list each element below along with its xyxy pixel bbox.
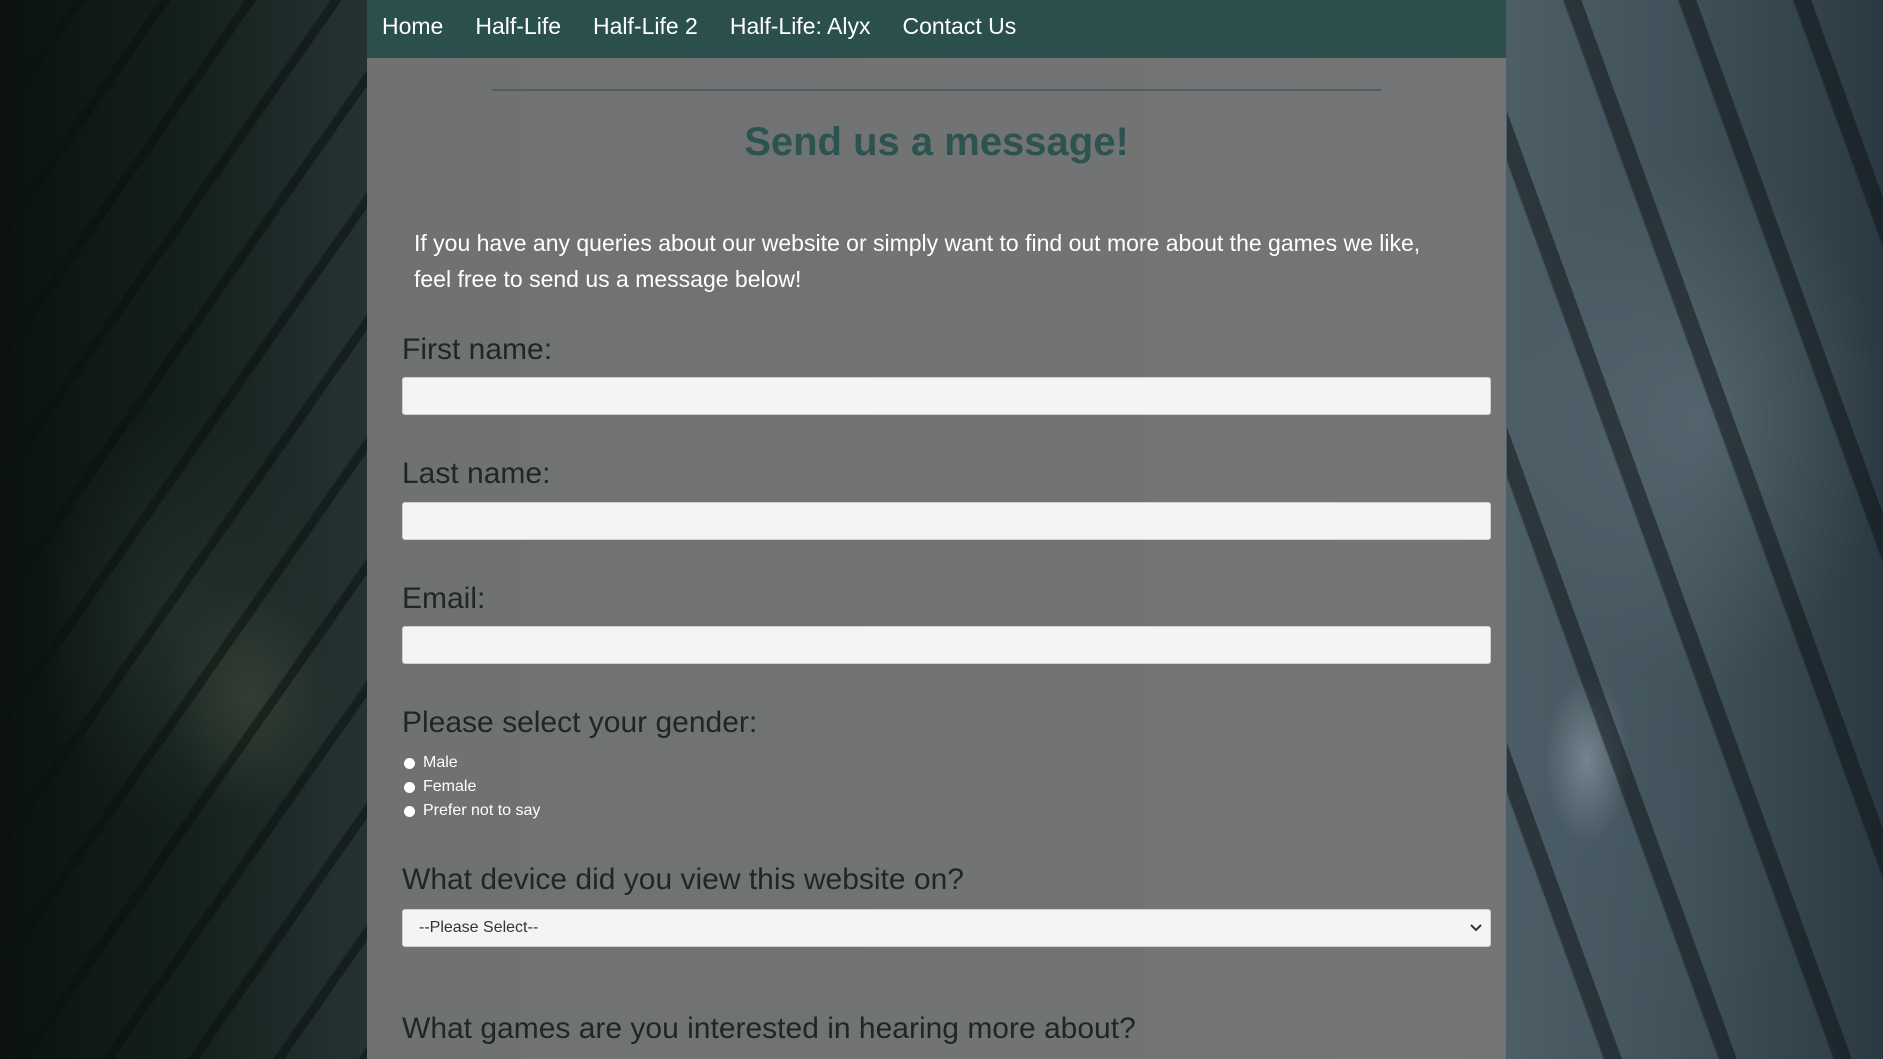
page-title: Send us a message! (744, 120, 1129, 164)
device-label: What device did you view this website on… (402, 863, 964, 896)
games-label: What games are you interested in hearing… (402, 1012, 1136, 1045)
first-name-label: First name: (402, 333, 553, 366)
nav-list: Home Half-Life Half-Life 2 Half-Life: Al… (367, 0, 1506, 52)
nav-link-half-life-2[interactable]: Half-Life 2 (593, 13, 698, 39)
radio-button-icon[interactable] (404, 805, 415, 817)
email-label: Email: (402, 582, 486, 615)
gender-radio-group: Male Female Prefer not to say (402, 751, 540, 823)
first-name-input[interactable] (402, 377, 1491, 415)
last-name-input[interactable] (402, 502, 1491, 540)
radio-button-icon[interactable] (404, 757, 415, 769)
nav-link-half-life-alyx[interactable]: Half-Life: Alyx (730, 13, 871, 39)
intro-text: If you have any queries about our websit… (414, 230, 1421, 292)
gender-option-prefer-not[interactable]: Prefer not to say (402, 799, 540, 823)
radio-button-icon[interactable] (404, 781, 415, 793)
chevron-down-icon (1470, 922, 1482, 934)
last-name-label: Last name: (402, 457, 551, 490)
top-navbar: Home Half-Life Half-Life 2 Half-Life: Al… (367, 0, 1506, 58)
gender-option-label: Prefer not to say (423, 802, 541, 819)
device-select[interactable]: --Please Select-- (402, 909, 1491, 947)
gender-option-female[interactable]: Female (402, 775, 540, 799)
nav-link-contact-us[interactable]: Contact Us (902, 13, 1016, 39)
gender-option-label: Female (423, 778, 477, 795)
nav-link-half-life[interactable]: Half-Life (475, 13, 561, 39)
gender-option-label: Male (423, 754, 458, 771)
content-panel: Home Half-Life Half-Life 2 Half-Life: Al… (367, 0, 1506, 1059)
email-input[interactable] (402, 626, 1491, 664)
gender-option-male[interactable]: Male (402, 751, 540, 775)
nav-link-home[interactable]: Home (382, 13, 443, 39)
device-select-value: --Please Select-- (419, 919, 539, 936)
background-scenery-left (0, 0, 368, 1059)
gender-label: Please select your gender: (402, 706, 758, 739)
header-divider (492, 89, 1381, 91)
background-scenery-right (1507, 0, 1883, 1059)
